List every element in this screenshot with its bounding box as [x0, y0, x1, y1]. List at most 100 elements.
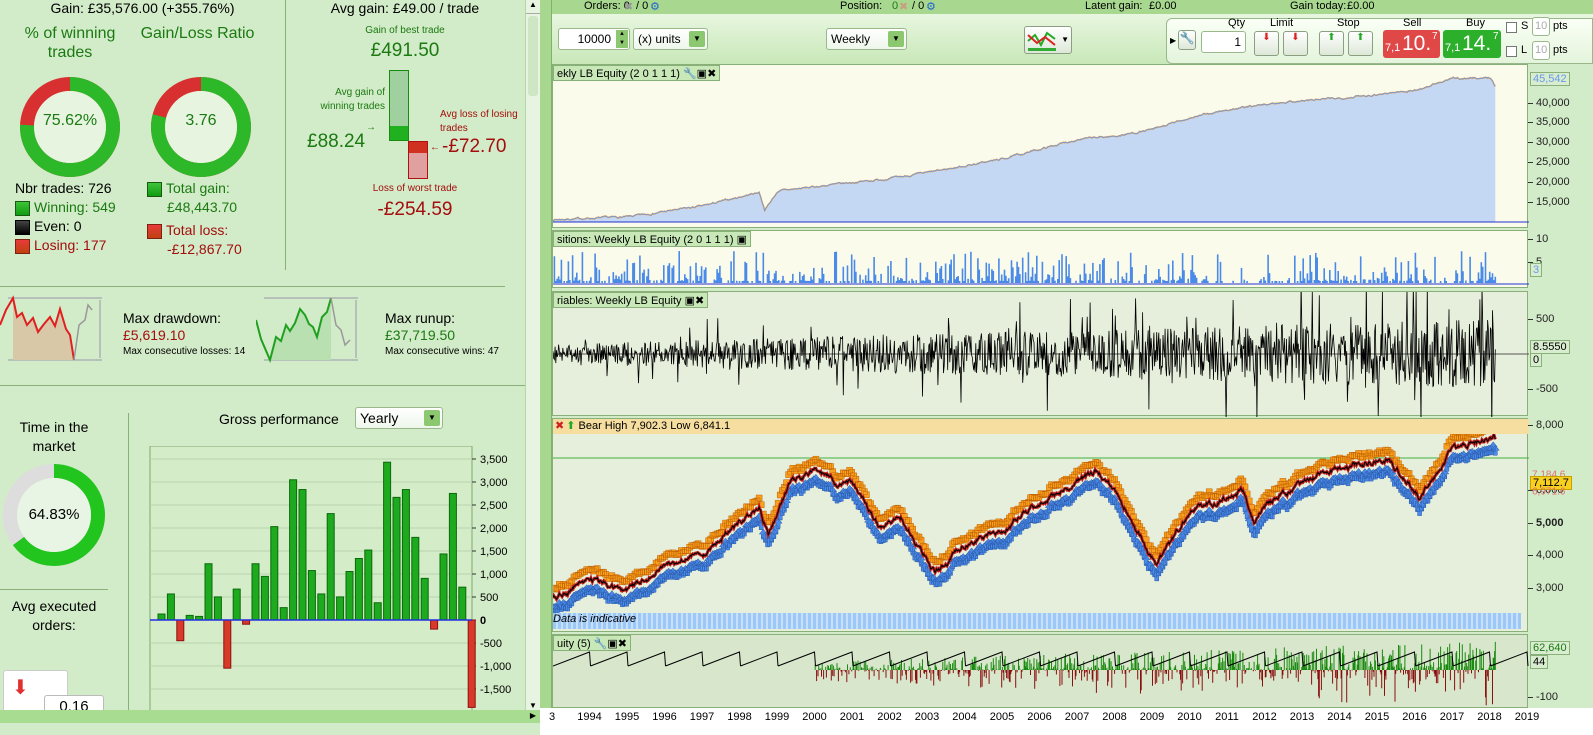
- indicators-button[interactable]: ▼: [1024, 26, 1072, 54]
- limit-label: Limit: [1270, 17, 1294, 29]
- year-label: 1996: [652, 711, 677, 723]
- bar: [336, 596, 345, 621]
- stop-modify-button[interactable]: ⬆: [1348, 31, 1373, 56]
- close-icon[interactable]: ✖: [695, 295, 704, 307]
- year-label: 2014: [1327, 711, 1352, 723]
- stop-buy-button[interactable]: ⬆: [1319, 31, 1344, 56]
- gain-today: £0.00: [1347, 0, 1375, 12]
- orders-count: Orders: 0: [584, 0, 630, 12]
- year-label: 2018: [1477, 711, 1502, 723]
- wrench-icon[interactable]: 🔧: [1178, 30, 1196, 50]
- timeframe-select[interactable]: Weekly ▼: [826, 28, 907, 50]
- y-tick-label: -500: [480, 638, 502, 650]
- collapse-arrow-icon[interactable]: ▶: [1170, 36, 1176, 45]
- year-label: 2012: [1252, 711, 1277, 723]
- year-label: 2019: [1514, 711, 1540, 723]
- nbr-trades: Nbr trades: 726: [15, 180, 112, 196]
- close-icon[interactable]: ✖: [618, 638, 627, 650]
- worst-trade-label: Loss of worst trade: [372, 183, 458, 194]
- bar: [439, 553, 448, 621]
- gain-today-label: Gain today:: [1290, 0, 1347, 12]
- losing-swatch: [15, 238, 30, 254]
- best-trade: £491.50: [370, 40, 440, 61]
- total-gain: £48,443.70: [167, 199, 238, 215]
- stop-checkbox[interactable]: [1506, 22, 1517, 33]
- axis-tick: 20,000: [1528, 176, 1570, 188]
- close-icon[interactable]: ✖: [555, 420, 564, 432]
- y-tick-label: 1,000: [480, 569, 508, 581]
- limit-buy-button[interactable]: ⬇: [1254, 31, 1279, 56]
- y-tick-label: 1,500: [480, 546, 508, 558]
- buy-signal-arrows: [553, 441, 1500, 615]
- buy-button[interactable]: 7,1 14. 7: [1443, 30, 1501, 58]
- price-chart: [553, 423, 1529, 615]
- gear-icon[interactable]: ⚙: [650, 0, 660, 13]
- axis-tick: 15,000: [1528, 196, 1570, 208]
- maximize-icon[interactable]: ▣: [685, 295, 695, 307]
- bar: [232, 588, 241, 621]
- price-low-tag: 6,971.6: [1532, 486, 1566, 498]
- units-select[interactable]: (x) units ▼: [633, 28, 708, 50]
- positions-value-tag: 3: [1530, 263, 1543, 277]
- close-position-icon[interactable]: ✖: [899, 0, 908, 13]
- chart-toolbar: 10000 ▲ ▼ (x) units ▼ Weekly ▼ ▼ ▶ 🔧 Qty 1 L…: [552, 14, 1593, 64]
- close-icon[interactable]: ✖: [707, 68, 716, 80]
- maximize-icon[interactable]: ▣: [607, 638, 617, 650]
- y-tick-label: 2,500: [480, 500, 508, 512]
- scroll-up-icon[interactable]: ▲: [526, 0, 540, 14]
- sell-prefix: 7,1: [1385, 42, 1401, 54]
- wrench-icon[interactable]: 🔧: [594, 638, 608, 650]
- maximize-icon[interactable]: ▣: [737, 234, 747, 246]
- data-indicative-text: Data is indicative: [553, 613, 637, 625]
- best-trade-label: Gain of best trade: [365, 25, 445, 36]
- positions-title: sitions: Weekly LB Equity (2 0 1 1 1): [557, 234, 734, 246]
- indicator-chart-icon: [1027, 31, 1056, 51]
- avg-gain: Avg gain: £49.00 / trade: [330, 0, 480, 16]
- divider: [0, 385, 525, 386]
- ratio-value: 3.76: [185, 112, 217, 129]
- period-select-value: Yearly: [360, 410, 399, 426]
- bottom-panel-title: uity (5) 🔧▣✖: [553, 635, 632, 651]
- gross-performance-chart: 3,500 3,000 2,500 2,000 1,500 1,000 500 0 -500 -1…: [149, 446, 511, 710]
- maximize-icon[interactable]: ▣: [697, 68, 707, 80]
- quantity-stepper[interactable]: 10000 ▲ ▼: [558, 28, 630, 50]
- gross-performance-label: Gross performance: [219, 411, 339, 427]
- sell-button[interactable]: 7,1 10. 7: [1383, 30, 1440, 58]
- bar: [298, 489, 307, 621]
- axis-tick: 30,000: [1528, 136, 1570, 148]
- splitter[interactable]: [540, 0, 552, 735]
- limit-checkbox[interactable]: [1506, 46, 1517, 57]
- report-vertical-scrollbar[interactable]: ▲ ▼: [525, 0, 540, 710]
- variables-value-tag: 8.5550: [1530, 340, 1570, 354]
- year-label: 1997: [689, 711, 715, 723]
- qty-input[interactable]: 1: [1201, 31, 1246, 53]
- gear-icon[interactable]: ⚙: [926, 0, 936, 13]
- wrench-icon[interactable]: 🔧: [683, 68, 697, 80]
- period-select[interactable]: Yearly ▼: [355, 407, 443, 429]
- scroll-thumb[interactable]: [528, 16, 538, 96]
- gain-summary: Gain: £35,576.00 (+355.76%): [50, 0, 235, 16]
- latent-gain-label: Latent gain:: [1085, 0, 1143, 12]
- max-consecutive-losses: Max consecutive losses: 14: [123, 346, 246, 357]
- bar: [289, 479, 298, 621]
- year-label: 2011: [1215, 711, 1239, 723]
- bar: [307, 570, 316, 621]
- axes: 40,000 35,000 30,000 25,000 20,000 15,00…: [1527, 0, 1593, 735]
- stop-label: Stop: [1337, 17, 1360, 29]
- avg-win: £88.24: [307, 131, 366, 152]
- scroll-down-icon[interactable]: ▼: [526, 701, 540, 710]
- bar: [430, 619, 439, 630]
- year-label: 2006: [1027, 711, 1052, 723]
- scroll-right-icon[interactable]: ▶: [530, 711, 536, 720]
- account-status-bar: Orders: 0 ✖ / 0 ⚙ Position: 0 ✖ / 0 ⚙ La…: [552, 0, 1593, 14]
- stepper-arrows-icon[interactable]: ▲ ▼: [616, 30, 628, 48]
- report-horizontal-scrollbar[interactable]: ▶: [0, 710, 540, 723]
- divider: [128, 413, 129, 710]
- limit-modify-button[interactable]: ⬇: [1283, 31, 1308, 56]
- up-arrow-icon[interactable]: ⬆: [566, 420, 575, 432]
- winning-count: Winning: 549: [34, 199, 116, 215]
- y-tick-label: 3,500: [480, 454, 508, 466]
- arrow-left-icon: ←: [430, 142, 440, 153]
- cancel-orders-icon[interactable]: ✖: [624, 0, 633, 13]
- buy-label: Buy: [1466, 17, 1485, 29]
